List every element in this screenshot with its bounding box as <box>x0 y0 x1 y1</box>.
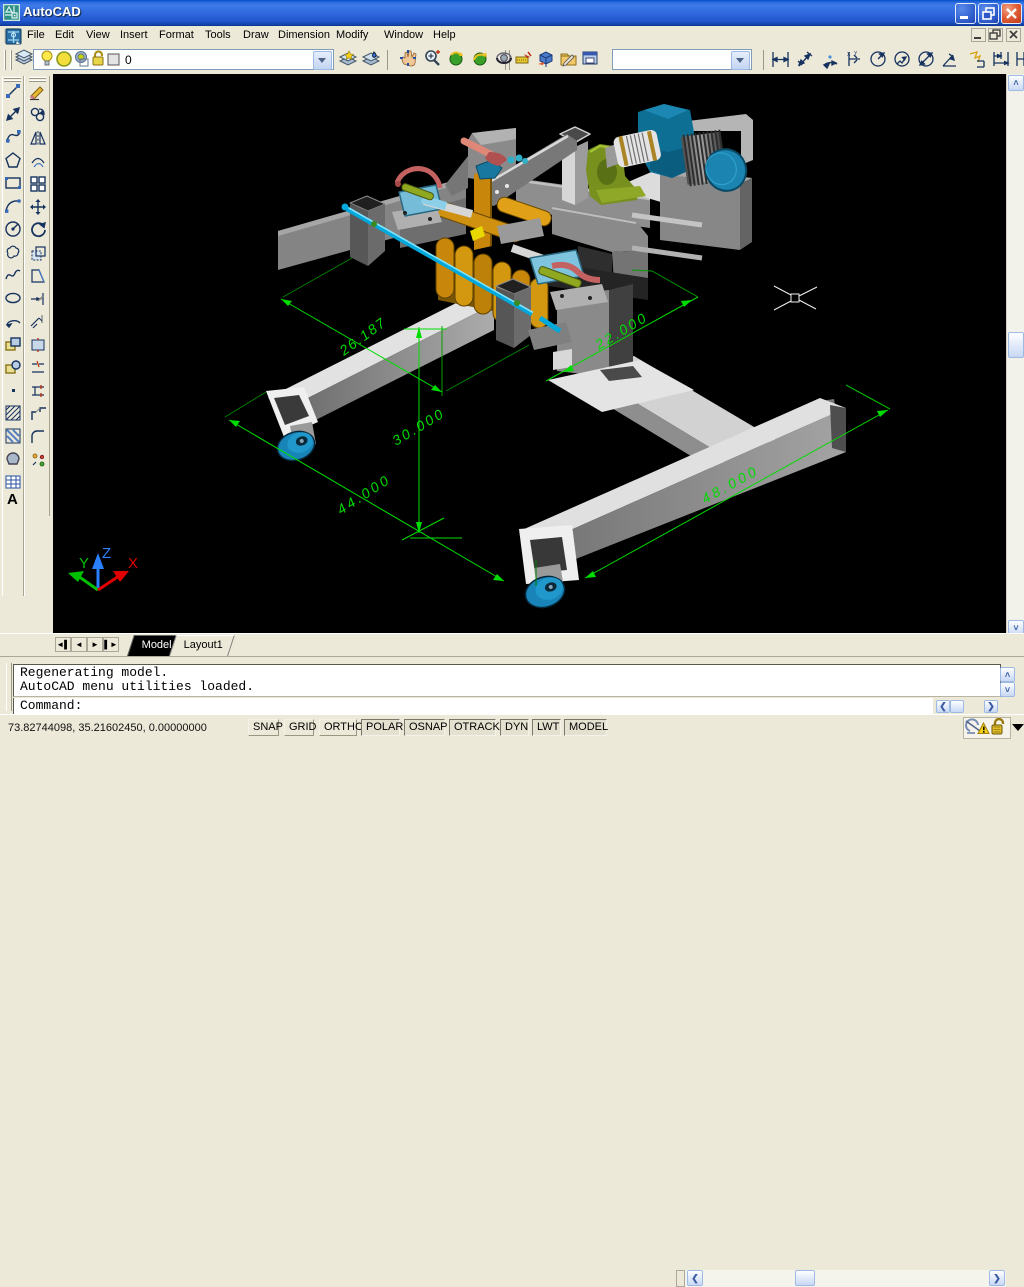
svg-text:X: X <box>128 555 138 572</box>
svg-text:Z: Z <box>102 545 111 562</box>
svg-text:Y: Y <box>79 555 89 572</box>
svg-text:0: 0 <box>125 53 132 67</box>
svg-text:X: X <box>847 52 851 58</box>
svg-text:A: A <box>7 491 18 508</box>
svg-text:Y: Y <box>854 51 858 57</box>
